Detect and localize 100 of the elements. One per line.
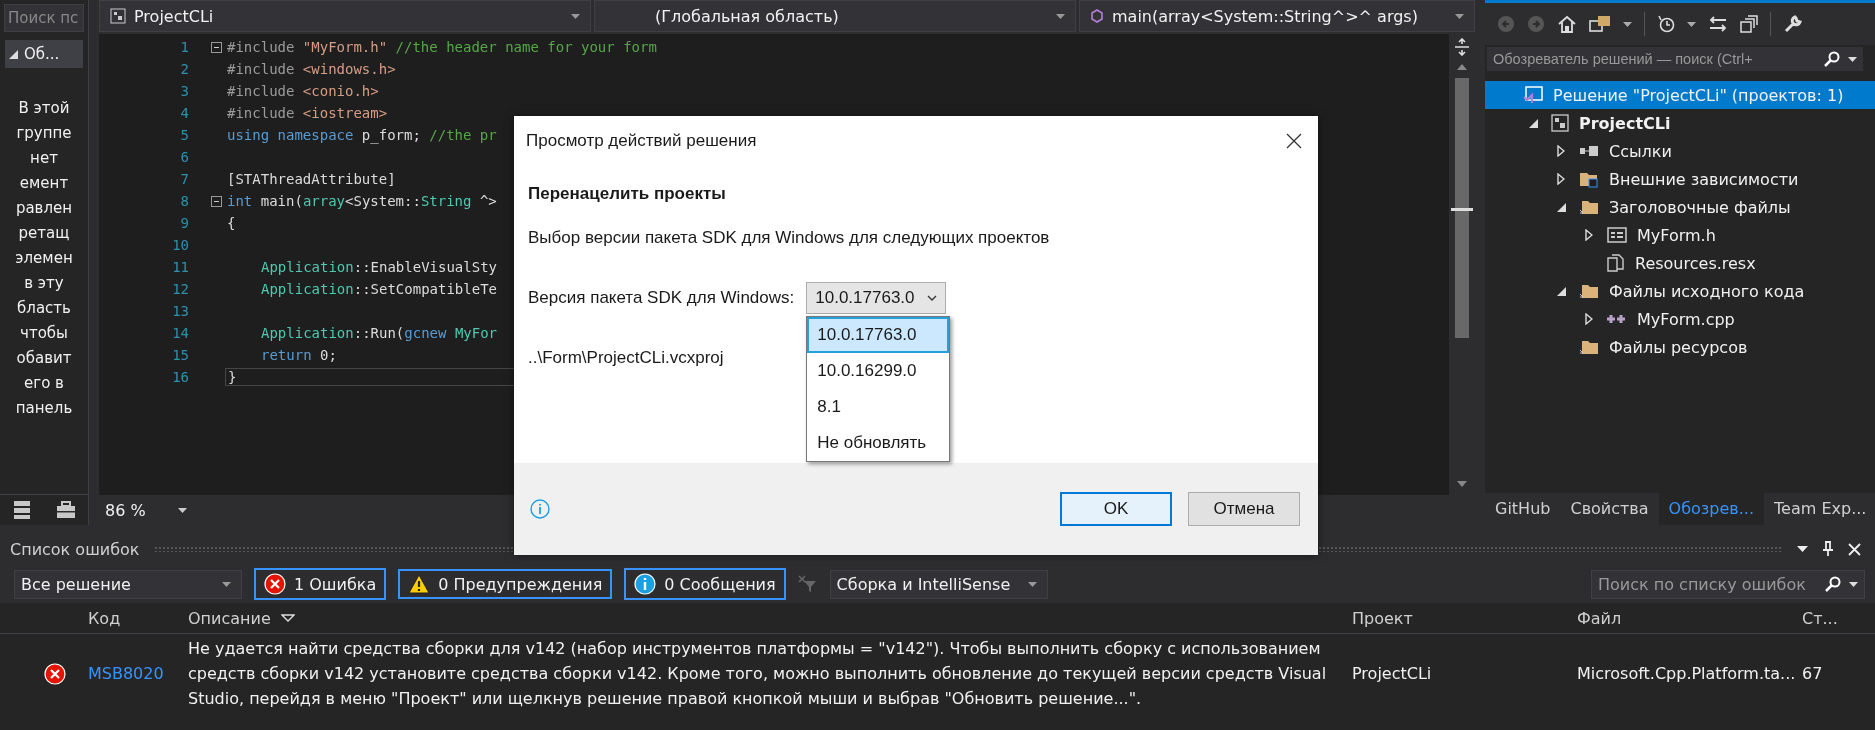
dropdown-option[interactable]: Не обновлять [807, 425, 950, 461]
search-field[interactable]: Поиск пс [4, 4, 84, 32]
column-header[interactable]: Код [84, 608, 184, 628]
navigation-dropdown[interactable]: (Глобальная область) [594, 0, 1076, 32]
error-icon [44, 662, 66, 685]
switch-views-icon[interactable] [1589, 15, 1611, 33]
split-icon[interactable] [1454, 38, 1470, 56]
dropdown-option[interactable]: 10.0.17763.0 [807, 317, 950, 353]
empty-message-text: в эту [23, 273, 65, 294]
close-icon[interactable] [1286, 133, 1302, 149]
caret-icon [1027, 581, 1037, 587]
caret-icon[interactable] [1687, 21, 1696, 27]
search-icon[interactable] [1824, 51, 1840, 67]
expanded-arrow-icon[interactable] [1557, 286, 1566, 296]
collapsed-arrow-icon[interactable] [1585, 313, 1593, 325]
collapse-icon[interactable] [211, 195, 222, 207]
dialog-heading: Перенацелить проекты [528, 184, 727, 204]
caret-icon[interactable] [1623, 21, 1632, 27]
search-icon[interactable] [1825, 576, 1841, 592]
collapse-icon[interactable] [211, 41, 222, 53]
filter-toggle[interactable]: 1 Ошибка [254, 568, 387, 600]
column-header[interactable]: Ст... [1798, 608, 1858, 628]
scroll-down-icon[interactable] [1457, 481, 1467, 487]
table-cell: 67 [1802, 664, 1823, 683]
file-icon [1607, 254, 1625, 272]
empty-message-text: емент [18, 173, 70, 194]
sync-icon[interactable] [1708, 15, 1728, 33]
collapse-all-icon[interactable] [1740, 15, 1758, 33]
toolbox-group-header[interactable]: Об... [5, 40, 83, 68]
expanded-arrow-icon[interactable] [1557, 202, 1566, 212]
line-number: 15 [171, 347, 189, 363]
search-field[interactable]: Поиск по списку ошибок [1591, 569, 1865, 599]
clear-filter-icon[interactable] [797, 575, 818, 593]
line-number: 1 [179, 39, 189, 55]
sort-icon [280, 614, 295, 622]
navigation-dropdown[interactable]: ProjectCLi [99, 0, 591, 32]
collapsed-arrow-icon[interactable] [1585, 229, 1593, 241]
panel-tab[interactable]: Team Exp... [1764, 493, 1875, 525]
caret-icon[interactable] [1797, 546, 1808, 552]
error-code-link[interactable]: MSB8020 [88, 664, 164, 683]
tree-item[interactable]: Файлы ресурсов [1485, 333, 1875, 361]
empty-message-text: бласть [16, 298, 72, 319]
tree-item[interactable]: Решение "ProjectCLi" (проектов: 1) [1485, 81, 1875, 109]
folder-icon [1579, 282, 1599, 300]
panel-tab[interactable]: Обозрев... [1658, 493, 1765, 525]
panel-tab[interactable]: Свойства [1560, 493, 1659, 525]
code-line: int main(array<System::String ^> [226, 193, 497, 209]
folder-icon [1579, 338, 1599, 356]
tree-item[interactable]: Ссылки [1485, 137, 1875, 165]
empty-message-text: В этой [17, 98, 71, 119]
tree-item[interactable]: ProjectCLi [1485, 109, 1875, 137]
empty-message-text: нет [29, 148, 59, 169]
collapsed-arrow-icon[interactable] [1557, 173, 1565, 185]
navigation-dropdown[interactable]: main(array<System::String^>^ args) [1079, 0, 1475, 32]
build-source-dropdown[interactable]: Сборка и IntelliSense [829, 569, 1048, 599]
form-file-icon [1607, 226, 1627, 244]
caret-icon[interactable] [177, 507, 187, 513]
zoom-dropdown[interactable]: 86 % [103, 498, 170, 522]
scope-dropdown[interactable]: Все решение [14, 569, 242, 599]
line-number: 12 [171, 281, 189, 297]
code-line: return 0; [260, 347, 337, 363]
empty-message-text: ретащ [17, 223, 71, 244]
caret-icon[interactable] [1848, 56, 1857, 62]
panel-tab[interactable]: GitHub [1485, 493, 1561, 525]
tree-item[interactable]: MyForm.h [1485, 221, 1875, 249]
caret-icon [571, 13, 580, 19]
server-icon[interactable] [12, 500, 31, 520]
collapsed-arrow-icon[interactable] [1557, 145, 1565, 157]
line-number: 3 [179, 83, 189, 99]
filter-toggle[interactable]: 0 Предупреждения [398, 569, 613, 599]
tree-item[interactable]: MyForm.cpp [1485, 305, 1875, 333]
cpp-file-icon [1607, 312, 1627, 326]
filter-toggle[interactable]: 0 Сообщения [624, 568, 786, 600]
sdk-version-dropdown[interactable]: 10.0.17763.0 [806, 282, 947, 314]
info-icon[interactable] [530, 499, 550, 519]
line-number: 5 [179, 127, 189, 143]
code-line: #include <conio.h> [226, 83, 379, 99]
cancel-button[interactable]: Отмена [1188, 492, 1300, 526]
code-line: Application::EnableVisualSty [260, 259, 497, 275]
tree-item[interactable]: Resources.resx [1485, 249, 1875, 277]
expanded-arrow-icon[interactable] [1529, 118, 1538, 128]
search-field[interactable]: Обозреватель решений — поиск (Ctrl+ [1487, 47, 1863, 71]
column-header[interactable]: Проект [1348, 608, 1573, 628]
toolbox-icon[interactable] [55, 501, 76, 519]
pin-icon[interactable] [1822, 541, 1834, 557]
home-icon[interactable] [1557, 15, 1577, 33]
ok-button[interactable]: OK [1060, 492, 1172, 526]
solution-icon [1523, 86, 1543, 104]
tree-item[interactable]: Файлы исходного кода [1485, 277, 1875, 305]
dropdown-option[interactable]: 8.1 [807, 389, 950, 425]
column-header[interactable]: Описание [184, 608, 1348, 628]
scroll-up-icon[interactable] [1457, 64, 1467, 70]
history-icon[interactable] [1657, 15, 1675, 33]
wrench-icon[interactable] [1783, 14, 1803, 34]
code-line: #include <windows.h> [226, 61, 396, 77]
references-icon [1579, 145, 1599, 157]
column-header[interactable]: Файл [1573, 608, 1798, 628]
caret-icon[interactable] [1849, 581, 1858, 587]
tree-item[interactable]: Заголовочные файлы [1485, 193, 1875, 221]
tree-item[interactable]: Внешние зависимости [1485, 165, 1875, 193]
